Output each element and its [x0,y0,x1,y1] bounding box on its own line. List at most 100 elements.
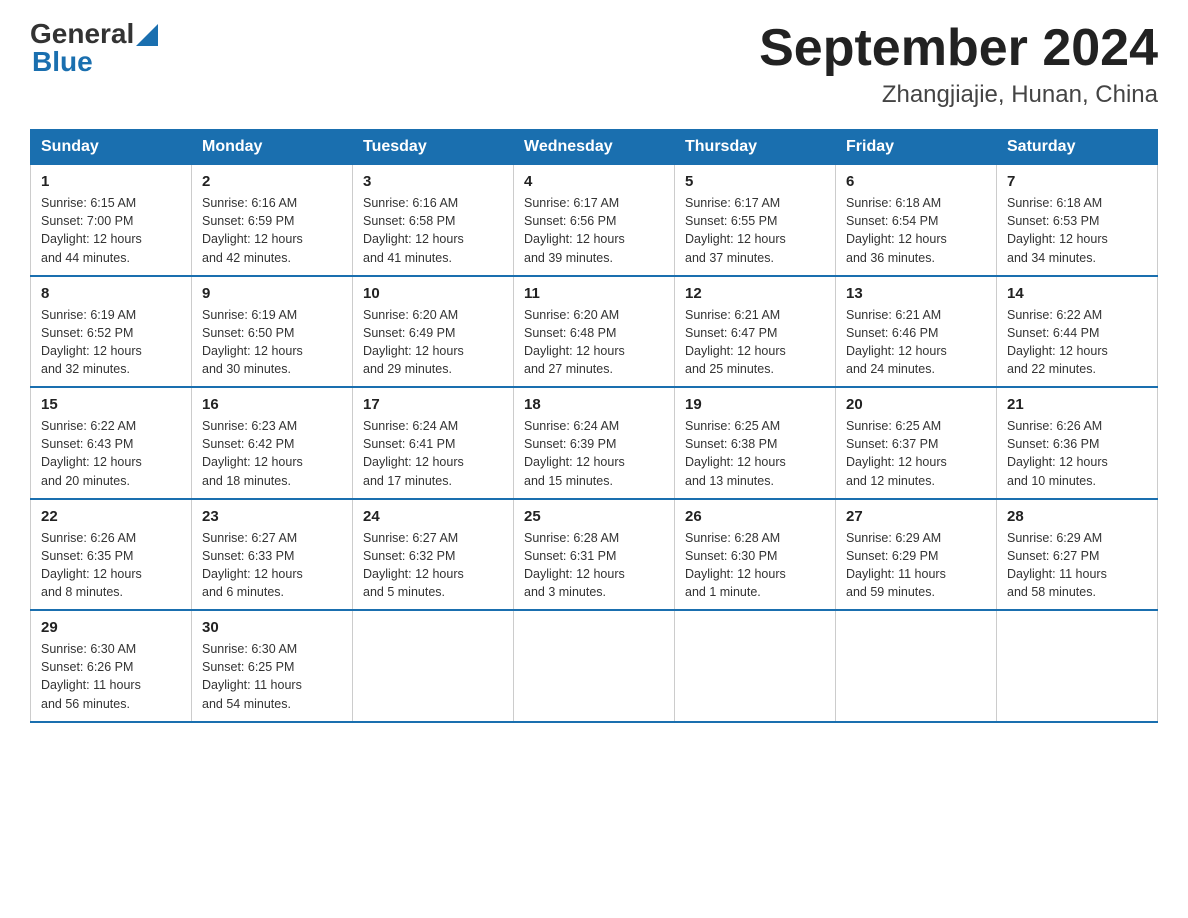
day-number: 18 [524,396,664,413]
weekday-header-wednesday: Wednesday [514,130,675,165]
day-info: Sunrise: 6:23 AM Sunset: 6:42 PM Dayligh… [202,417,342,490]
day-number: 16 [202,396,342,413]
day-info: Sunrise: 6:30 AM Sunset: 6:25 PM Dayligh… [202,640,342,713]
day-info: Sunrise: 6:27 AM Sunset: 6:33 PM Dayligh… [202,529,342,602]
day-number: 19 [685,396,825,413]
calendar-cell: 4 Sunrise: 6:17 AM Sunset: 6:56 PM Daylig… [514,165,675,276]
calendar-week-row: 22 Sunrise: 6:26 AM Sunset: 6:35 PM Dayli… [31,499,1158,611]
logo: General Blue [30,20,158,76]
day-info: Sunrise: 6:17 AM Sunset: 6:55 PM Dayligh… [685,194,825,267]
day-number: 12 [685,285,825,302]
day-number: 4 [524,173,664,190]
calendar-cell [514,610,675,722]
calendar-cell: 19 Sunrise: 6:25 AM Sunset: 6:38 PM Dayli… [675,387,836,499]
day-number: 2 [202,173,342,190]
day-info: Sunrise: 6:18 AM Sunset: 6:53 PM Dayligh… [1007,194,1147,267]
day-info: Sunrise: 6:25 AM Sunset: 6:38 PM Dayligh… [685,417,825,490]
weekday-header-monday: Monday [192,130,353,165]
calendar-cell: 7 Sunrise: 6:18 AM Sunset: 6:53 PM Daylig… [997,165,1158,276]
calendar-cell: 18 Sunrise: 6:24 AM Sunset: 6:39 PM Dayli… [514,387,675,499]
weekday-header-friday: Friday [836,130,997,165]
logo-general-text: General [30,20,134,48]
calendar-cell: 25Sunrise: 6:28 AM Sunset: 6:31 PM Dayli… [514,499,675,611]
day-number: 14 [1007,285,1147,302]
calendar-cell: 29 Sunrise: 6:30 AM Sunset: 6:26 PM Dayli… [31,610,192,722]
calendar-table: SundayMondayTuesdayWednesdayThursdayFrid… [30,129,1158,723]
day-number: 25 [524,508,664,525]
day-number: 3 [363,173,503,190]
calendar-cell: 27Sunrise: 6:29 AM Sunset: 6:29 PM Dayli… [836,499,997,611]
day-info: Sunrise: 6:26 AM Sunset: 6:35 PM Dayligh… [41,529,181,602]
day-info: Sunrise: 6:24 AM Sunset: 6:39 PM Dayligh… [524,417,664,490]
day-number: 23 [202,508,342,525]
calendar-cell [997,610,1158,722]
day-info: Sunrise: 6:28 AM Sunset: 6:30 PM Dayligh… [685,529,825,602]
day-number: 20 [846,396,986,413]
calendar-cell: 17 Sunrise: 6:24 AM Sunset: 6:41 PM Dayli… [353,387,514,499]
day-info: Sunrise: 6:27 AM Sunset: 6:32 PM Dayligh… [363,529,503,602]
day-info: Sunrise: 6:24 AM Sunset: 6:41 PM Dayligh… [363,417,503,490]
day-info: Sunrise: 6:19 AM Sunset: 6:50 PM Dayligh… [202,306,342,379]
calendar-cell: 30 Sunrise: 6:30 AM Sunset: 6:25 PM Dayli… [192,610,353,722]
calendar-cell [675,610,836,722]
calendar-cell: 2Sunrise: 6:16 AM Sunset: 6:59 PM Daylig… [192,165,353,276]
weekday-header-saturday: Saturday [997,130,1158,165]
day-info: Sunrise: 6:22 AM Sunset: 6:44 PM Dayligh… [1007,306,1147,379]
title-block: September 2024 Zhangjiajie, Hunan, China [759,20,1158,109]
calendar-cell: 9 Sunrise: 6:19 AM Sunset: 6:50 PM Daylig… [192,276,353,388]
calendar-cell: 1 Sunrise: 6:15 AM Sunset: 7:00 PM Daylig… [31,165,192,276]
weekday-header-thursday: Thursday [675,130,836,165]
calendar-cell: 13 Sunrise: 6:21 AM Sunset: 6:46 PM Dayli… [836,276,997,388]
day-info: Sunrise: 6:26 AM Sunset: 6:36 PM Dayligh… [1007,417,1147,490]
calendar-cell [836,610,997,722]
calendar-cell: 11Sunrise: 6:20 AM Sunset: 6:48 PM Dayli… [514,276,675,388]
calendar-cell: 5Sunrise: 6:17 AM Sunset: 6:55 PM Daylig… [675,165,836,276]
calendar-cell: 22 Sunrise: 6:26 AM Sunset: 6:35 PM Dayli… [31,499,192,611]
day-number: 8 [41,285,181,302]
day-info: Sunrise: 6:29 AM Sunset: 6:27 PM Dayligh… [1007,529,1147,602]
weekday-header-row: SundayMondayTuesdayWednesdayThursdayFrid… [31,130,1158,165]
day-number: 26 [685,508,825,525]
day-number: 30 [202,619,342,636]
weekday-header-sunday: Sunday [31,130,192,165]
day-number: 9 [202,285,342,302]
calendar-cell: 21Sunrise: 6:26 AM Sunset: 6:36 PM Dayli… [997,387,1158,499]
day-info: Sunrise: 6:30 AM Sunset: 6:26 PM Dayligh… [41,640,181,713]
calendar-week-row: 15 Sunrise: 6:22 AM Sunset: 6:43 PM Dayli… [31,387,1158,499]
day-number: 17 [363,396,503,413]
day-number: 6 [846,173,986,190]
day-number: 24 [363,508,503,525]
day-info: Sunrise: 6:19 AM Sunset: 6:52 PM Dayligh… [41,306,181,379]
day-info: Sunrise: 6:18 AM Sunset: 6:54 PM Dayligh… [846,194,986,267]
day-info: Sunrise: 6:22 AM Sunset: 6:43 PM Dayligh… [41,417,181,490]
calendar-cell: 14 Sunrise: 6:22 AM Sunset: 6:44 PM Dayli… [997,276,1158,388]
calendar-cell: 23 Sunrise: 6:27 AM Sunset: 6:33 PM Dayli… [192,499,353,611]
day-number: 7 [1007,173,1147,190]
day-number: 22 [41,508,181,525]
calendar-week-row: 1 Sunrise: 6:15 AM Sunset: 7:00 PM Daylig… [31,165,1158,276]
logo-blue-text: Blue [32,48,158,76]
calendar-cell: 28Sunrise: 6:29 AM Sunset: 6:27 PM Dayli… [997,499,1158,611]
day-info: Sunrise: 6:21 AM Sunset: 6:46 PM Dayligh… [846,306,986,379]
day-number: 15 [41,396,181,413]
day-number: 1 [41,173,181,190]
calendar-cell: 10Sunrise: 6:20 AM Sunset: 6:49 PM Dayli… [353,276,514,388]
calendar-week-row: 29 Sunrise: 6:30 AM Sunset: 6:26 PM Dayli… [31,610,1158,722]
day-info: Sunrise: 6:16 AM Sunset: 6:58 PM Dayligh… [363,194,503,267]
page-header: General Blue September 2024 Zhangjiajie,… [30,20,1158,109]
day-info: Sunrise: 6:17 AM Sunset: 6:56 PM Dayligh… [524,194,664,267]
day-number: 13 [846,285,986,302]
calendar-cell: 20 Sunrise: 6:25 AM Sunset: 6:37 PM Dayli… [836,387,997,499]
day-number: 10 [363,285,503,302]
day-info: Sunrise: 6:25 AM Sunset: 6:37 PM Dayligh… [846,417,986,490]
day-number: 29 [41,619,181,636]
day-info: Sunrise: 6:15 AM Sunset: 7:00 PM Dayligh… [41,194,181,267]
calendar-cell: 8 Sunrise: 6:19 AM Sunset: 6:52 PM Daylig… [31,276,192,388]
calendar-cell: 16 Sunrise: 6:23 AM Sunset: 6:42 PM Dayli… [192,387,353,499]
calendar-cell: 6 Sunrise: 6:18 AM Sunset: 6:54 PM Daylig… [836,165,997,276]
logo-triangle-icon [136,24,158,46]
calendar-cell: 3 Sunrise: 6:16 AM Sunset: 6:58 PM Daylig… [353,165,514,276]
calendar-cell: 12Sunrise: 6:21 AM Sunset: 6:47 PM Dayli… [675,276,836,388]
calendar-subtitle: Zhangjiajie, Hunan, China [759,81,1158,109]
calendar-cell: 26 Sunrise: 6:28 AM Sunset: 6:30 PM Dayli… [675,499,836,611]
